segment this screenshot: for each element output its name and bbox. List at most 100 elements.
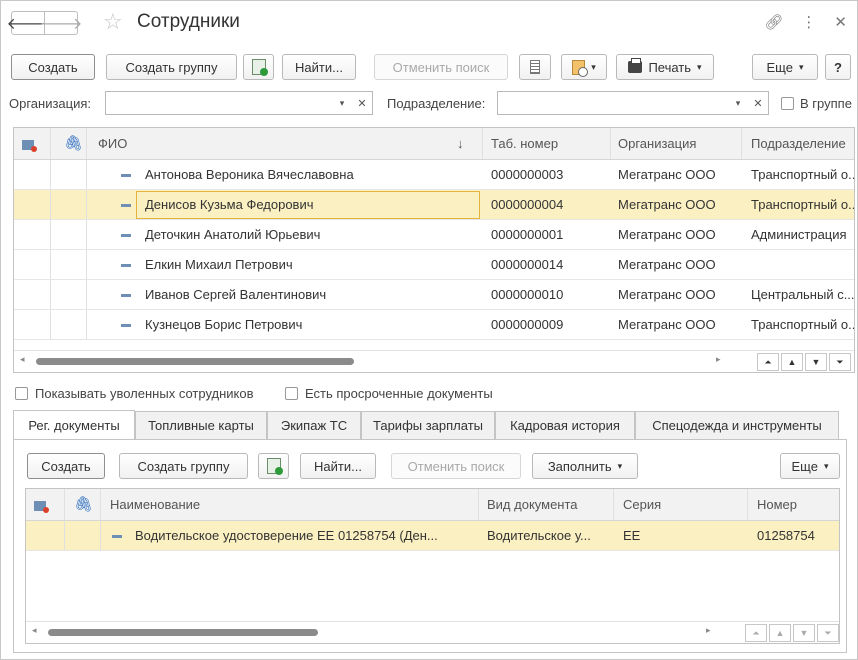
organization-field[interactable]: ▾ ✕ — [105, 91, 373, 115]
document-series: ЕЕ — [623, 528, 641, 543]
table-row[interactable]: Денисов Кузьма Федорович 0000000004 Мегатр… — [14, 190, 854, 220]
find-button[interactable]: Найти... — [282, 54, 356, 80]
doc-create-button[interactable]: Создать — [27, 453, 105, 479]
scroll-right-icon[interactable]: ▸ — [716, 354, 721, 365]
scroll-down-button[interactable]: ▼ — [805, 353, 827, 371]
help-button[interactable]: ? — [825, 54, 851, 80]
printer-icon — [628, 58, 643, 73]
documents-scrollbar[interactable]: ◂ ▸ ⏶ ▲ ▼ ⏷ — [26, 621, 839, 643]
col-doc-series[interactable]: Серия — [623, 489, 661, 521]
item-marker-icon — [121, 324, 131, 327]
print-dropdown[interactable]: Печать ▾ — [616, 54, 714, 80]
status-column-icon[interactable] — [34, 489, 52, 521]
sort-desc-icon[interactable]: ↓ — [457, 128, 464, 160]
employee-organization: Мегатранс ООО — [618, 287, 716, 302]
doc-add-copy-button[interactable] — [258, 453, 289, 479]
overdue-docs-checkbox[interactable] — [285, 387, 298, 400]
organization-label: Организация: — [9, 96, 92, 111]
scroll-right-icon[interactable]: ▸ — [706, 625, 711, 636]
col-fio[interactable]: ФИО — [98, 128, 127, 160]
table-row[interactable]: Иванов Сергей Валентинович 0000000010 Мега… — [14, 280, 854, 310]
item-marker-icon — [121, 264, 131, 267]
add-copy-button[interactable] — [243, 54, 274, 80]
employee-name: Денисов Кузьма Федорович — [145, 197, 314, 212]
employee-tab-number: 0000000014 — [491, 257, 564, 272]
column-divider — [613, 489, 614, 520]
tab-workwear-tools[interactable]: Спецодежда и инструменты — [635, 411, 839, 439]
attachment-column-icon[interactable]: 🖇︎ — [74, 489, 93, 521]
close-icon[interactable]: ✕ — [834, 13, 847, 31]
status-column-icon[interactable] — [22, 128, 40, 160]
col-organization[interactable]: Организация — [618, 128, 696, 160]
tab-hr-history[interactable]: Кадровая история — [495, 411, 635, 439]
employee-organization: Мегатранс ООО — [618, 317, 716, 332]
chevron-down-icon[interactable]: ▾ — [728, 92, 748, 114]
doc-find-button[interactable]: Найти... — [300, 453, 376, 479]
table-row[interactable]: Кузнецов Борис Петрович 0000000009 Мегатра… — [14, 310, 854, 340]
column-divider — [482, 128, 483, 159]
show-fired-label: Показывать уволенных сотрудников — [35, 386, 254, 401]
scroll-last-button[interactable]: ⏷ — [817, 624, 839, 642]
more-vertical-icon[interactable]: ⋮ — [801, 13, 816, 31]
arrow-right-icon: 🡒 — [39, 15, 83, 33]
in-group-checkbox[interactable] — [781, 97, 794, 110]
table-row[interactable]: Елкин Михаил Петрович 0000000014 Мегатранс… — [14, 250, 854, 280]
chevron-down-icon[interactable]: ▾ — [332, 92, 352, 114]
reports-dropdown[interactable]: ▾ — [561, 54, 607, 80]
department-field[interactable]: ▾ ✕ — [497, 91, 769, 115]
fill-dropdown[interactable]: Заполнить ▾ — [532, 453, 638, 479]
col-doc-number[interactable]: Номер — [757, 489, 797, 521]
attachment-column-icon[interactable]: 🖇︎ — [64, 128, 83, 160]
table-row[interactable]: Водительское удостоверение ЕЕ 01258754 (… — [26, 521, 839, 551]
show-fired-checkbox[interactable] — [15, 387, 28, 400]
scroll-left-icon[interactable]: ◂ — [20, 354, 25, 365]
employees-scrollbar[interactable]: ◂ ▸ ⏶ ▲ ▼ ⏷ — [14, 350, 854, 372]
in-group-label: В группе — [800, 96, 852, 111]
list-view-button[interactable] — [519, 54, 551, 80]
doc-create-group-button[interactable]: Создать группу — [119, 453, 248, 479]
scroll-thumb[interactable] — [48, 629, 318, 636]
doc-more-dropdown[interactable]: Еще ▾ — [780, 453, 840, 479]
column-divider — [50, 220, 51, 249]
col-doc-name[interactable]: Наименование — [110, 489, 200, 521]
create-button[interactable]: Создать — [11, 54, 95, 80]
chevron-down-icon: ▾ — [617, 460, 623, 471]
column-divider — [86, 190, 87, 219]
favorite-star-icon[interactable]: ☆ — [103, 9, 123, 35]
scroll-left-icon[interactable]: ◂ — [32, 625, 37, 636]
table-row[interactable]: Антонова Вероника Вячеславовна 0000000003… — [14, 160, 854, 190]
column-divider — [50, 310, 51, 339]
doc-cancel-search-button[interactable]: Отменить поиск — [391, 453, 521, 479]
tab-salary-rates[interactable]: Тарифы зарплаты — [361, 411, 495, 439]
clear-icon[interactable]: ✕ — [748, 92, 768, 114]
clear-icon[interactable]: ✕ — [352, 92, 372, 114]
scroll-down-button[interactable]: ▼ — [793, 624, 815, 642]
employee-name: Кузнецов Борис Петрович — [145, 317, 303, 332]
scroll-first-button[interactable]: ⏶ — [757, 353, 779, 371]
tab-reg-documents[interactable]: Рег. документы — [13, 410, 135, 440]
table-row[interactable]: Деточкин Анатолий Юрьевич 0000000001 Мегат… — [14, 220, 854, 250]
document-clock-icon — [572, 59, 589, 77]
col-doc-type[interactable]: Вид документа — [487, 489, 578, 521]
tab-vehicle-crew[interactable]: Экипаж ТС — [267, 411, 361, 439]
reg-documents-panel: Создать Создать группу Найти... Отменить… — [13, 439, 847, 653]
employee-organization: Мегатранс ООО — [618, 167, 716, 182]
more-dropdown[interactable]: Еще ▾ — [752, 54, 818, 80]
link-icon[interactable]: 🔗︎ — [764, 13, 783, 31]
create-group-button[interactable]: Создать группу — [106, 54, 237, 80]
item-marker-icon — [121, 204, 131, 207]
scroll-up-button[interactable]: ▲ — [781, 353, 803, 371]
scroll-first-button[interactable]: ⏶ — [745, 624, 767, 642]
scroll-up-button[interactable]: ▲ — [769, 624, 791, 642]
cancel-search-button[interactable]: Отменить поиск — [374, 54, 508, 80]
scroll-last-button[interactable]: ⏷ — [829, 353, 851, 371]
column-divider — [50, 280, 51, 309]
col-department[interactable]: Подразделение — [751, 128, 846, 160]
scroll-thumb[interactable] — [36, 358, 354, 365]
col-tab-number[interactable]: Таб. номер — [491, 128, 558, 160]
overdue-docs-label: Есть просроченные документы — [305, 386, 493, 401]
fill-label: Заполнить — [547, 458, 612, 474]
forward-button[interactable]: 🡒 — [40, 11, 82, 35]
column-divider — [50, 128, 51, 159]
tab-fuel-cards[interactable]: Топливные карты — [135, 411, 267, 439]
